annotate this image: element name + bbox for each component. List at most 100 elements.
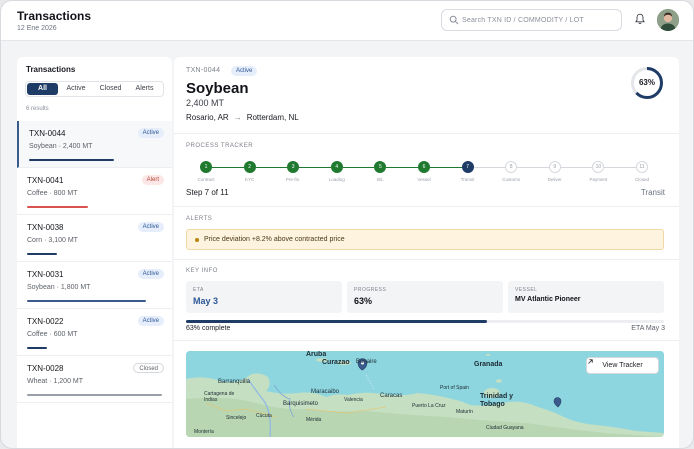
- destination: Rotterdam, NL: [246, 113, 299, 122]
- status-badge: Active: [137, 269, 164, 279]
- transaction-item[interactable]: TXN-0022 Coffee · 600 MT Active: [17, 309, 172, 356]
- filter-tabs: All Active Closed Alerts: [25, 81, 164, 97]
- origin: Rosario, AR: [186, 113, 229, 122]
- alert-banner[interactable]: Price deviation +8.2% above contracted p…: [186, 229, 664, 250]
- transaction-id: TXN-0028: [27, 364, 64, 373]
- step-dot: 5: [374, 161, 387, 173]
- filter-all[interactable]: All: [27, 83, 58, 95]
- overall-progress-bar: [186, 320, 664, 323]
- status-badge: Active: [137, 222, 164, 232]
- step-connector: [473, 167, 506, 168]
- alert-text: Price deviation +8.2% above contracted p…: [204, 236, 345, 243]
- search-input[interactable]: [462, 13, 618, 27]
- map-label: Maturín: [456, 409, 473, 415]
- progress-bar: [27, 347, 47, 349]
- process-tracker-label: PROCESS TRACKER: [186, 143, 254, 149]
- step-connector: [255, 167, 288, 168]
- filter-alerts[interactable]: Alerts: [127, 83, 162, 95]
- step-dot: 2: [243, 161, 256, 173]
- map-label: Barquisimeto: [283, 401, 319, 407]
- map-label: Caracas: [380, 393, 403, 399]
- view-tracker-button[interactable]: View Tracker: [586, 357, 659, 374]
- progress-eta: ETA May 3: [631, 325, 665, 332]
- overall-progress-fill: [186, 320, 487, 323]
- transaction-id: TXN-0038: [27, 223, 64, 232]
- divider: [174, 133, 679, 134]
- map-label: Bonaire: [356, 359, 377, 365]
- transaction-id: TXN-0031: [27, 270, 64, 279]
- transaction-list: TXN-0044 Soybean · 2,400 MT Active TXN-0…: [17, 121, 172, 403]
- current-date: 12 Ene 2026: [17, 25, 57, 32]
- transaction-summary: Corn · 3,100 MT: [27, 237, 78, 244]
- transaction-item[interactable]: TXN-0031 Soybean · 1,800 MT Active: [17, 262, 172, 309]
- step-dot: 11: [636, 161, 648, 173]
- step-dot: 3: [287, 161, 300, 173]
- card-label: PROGRESS: [354, 287, 387, 293]
- step-dot: 4: [330, 161, 343, 173]
- results-count: 6 results: [26, 106, 49, 112]
- step-label: Closed: [634, 177, 649, 182]
- card-value: MV Atlantic Pioneer: [515, 296, 581, 303]
- divider: [174, 259, 679, 260]
- sidebar-title: Transactions: [26, 65, 76, 74]
- commodity-title: Soybean: [186, 80, 249, 97]
- step-dot: 1: [200, 161, 212, 173]
- transaction-id: TXN-0041: [27, 176, 64, 185]
- step-label: Payment: [589, 177, 608, 182]
- step-dot: 10: [592, 161, 605, 173]
- map-label: Aruba: [306, 351, 327, 358]
- map-label: Barranquilla: [218, 379, 251, 385]
- alerts-label: ALERTS: [186, 216, 213, 222]
- transaction-summary: Wheat · 1,200 MT: [27, 378, 84, 385]
- transaction-item[interactable]: TXN-0041 Coffee · 800 MT Alert: [17, 168, 172, 215]
- step-label: Vessel: [417, 177, 431, 182]
- transaction-item[interactable]: TXN-0044 Soybean · 2,400 MT Active: [17, 121, 172, 168]
- card-label: VESSEL: [515, 287, 538, 293]
- map-label: Cartagena de Indias: [204, 391, 235, 403]
- step-connector: [386, 167, 418, 168]
- transaction-summary: Coffee · 800 MT: [27, 190, 78, 197]
- detail-status-badge: Active: [231, 66, 258, 76]
- status-badge: Alert: [141, 175, 164, 185]
- vessel-map[interactable]: Aruba Curazao Bonaire Granada Trinidad y…: [186, 351, 664, 437]
- step-connector: [517, 167, 549, 168]
- step-dot: 9: [548, 161, 561, 173]
- search-box[interactable]: [441, 9, 622, 31]
- step-label: Transit: [460, 177, 475, 182]
- transaction-id: TXN-0022: [27, 317, 64, 326]
- step-label: Customs: [502, 177, 521, 182]
- step-connector: [560, 167, 593, 168]
- step-count: Step 7 of 11: [186, 188, 229, 197]
- key-info-cards: ETA May 3 PROGRESS 63% VESSEL MV Atlanti…: [186, 281, 664, 313]
- status-badge: Active: [137, 128, 164, 138]
- filter-closed[interactable]: Closed: [94, 83, 127, 95]
- progress-bar: [27, 300, 146, 302]
- step-label: B/L: [377, 177, 384, 182]
- step-connector: [604, 167, 636, 168]
- transaction-item[interactable]: TXN-0028 Wheat · 1,200 MT Closed: [17, 356, 172, 403]
- card-value: 63%: [354, 296, 373, 306]
- step-label: Contract: [197, 177, 215, 182]
- step-dot: 8: [505, 161, 518, 173]
- progress-text: 63% complete: [186, 325, 231, 332]
- map-label: Granada: [474, 361, 503, 368]
- divider: [174, 206, 679, 207]
- filter-active[interactable]: Active: [58, 83, 94, 95]
- detail-transaction-id: TXN-0044: [186, 67, 221, 74]
- map-label: Montería: [194, 429, 214, 435]
- progress-ring-label: 63%: [638, 78, 655, 87]
- progress-bar: [27, 206, 88, 208]
- map-label: Puerto La Cruz: [412, 403, 446, 409]
- vessel-card: VESSEL MV Atlantic Pioneer: [508, 281, 664, 313]
- map-label: Valencia: [344, 397, 363, 403]
- user-avatar[interactable]: [657, 9, 679, 31]
- progress-bar: [27, 253, 57, 255]
- map-label: Trinidad y Tobago: [480, 393, 514, 408]
- progress-bar: [27, 394, 162, 396]
- map-label: Curazao: [322, 359, 350, 366]
- card-value: May 3: [193, 296, 219, 306]
- status-badge: Active: [137, 316, 164, 326]
- transaction-item[interactable]: TXN-0038 Corn · 3,100 MT Active: [17, 215, 172, 262]
- bell-icon[interactable]: [634, 13, 646, 25]
- step-label: Loading: [328, 177, 345, 182]
